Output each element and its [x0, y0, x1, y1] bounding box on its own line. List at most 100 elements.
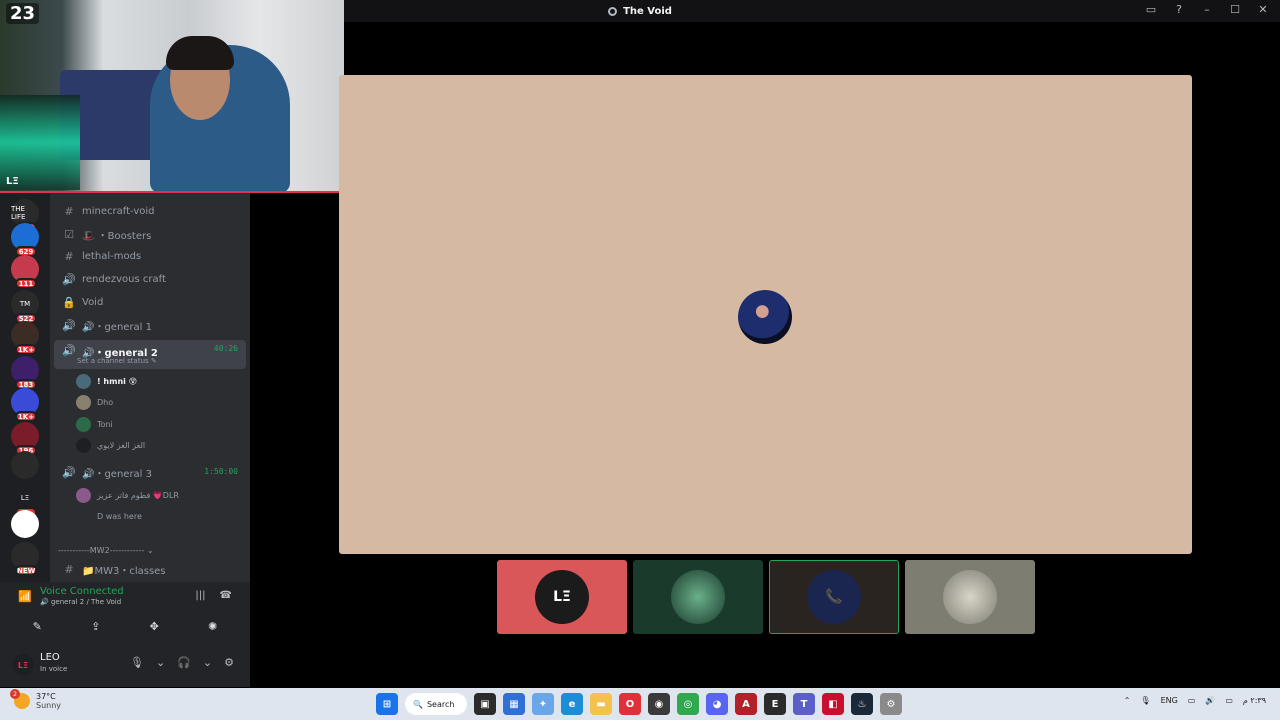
hash-icon: # [64, 205, 74, 218]
server-icon[interactable]: 196 [11, 422, 39, 456]
participant-tile[interactable]: 📞 [769, 560, 899, 634]
call-timer: 40:26 [213, 344, 238, 353]
edge-icon[interactable]: e [561, 693, 583, 715]
noise-suppression-icon[interactable]: ||| [195, 590, 205, 601]
voice-connected-panel: 📶 Voice Connected 🔊 general 2 / The Void… [0, 582, 250, 642]
server-icon [608, 6, 618, 16]
camera-off-button[interactable]: ✎ [13, 615, 61, 637]
search-box[interactable]: 🔍 Search [405, 693, 467, 715]
voice-user[interactable]: الغز الغز لايوي [76, 435, 145, 455]
server-icon[interactable]: 183 [11, 356, 39, 390]
soundboard-button[interactable]: ✺ [189, 615, 237, 637]
chevron-down-icon[interactable]: ⌄ [156, 656, 165, 669]
channel-general-1[interactable]: 🔊 🔊・general 1 [54, 315, 246, 336]
voice-user[interactable]: Toni [76, 414, 113, 434]
phone-icon: 📞 [807, 570, 861, 624]
maximize-button[interactable]: ☐ [1228, 3, 1242, 16]
epic-games-icon[interactable]: E [764, 693, 786, 715]
voice-user[interactable]: D was here [76, 506, 142, 526]
weather-widget[interactable]: 2 37°C Sunny [10, 689, 61, 710]
adobe-icon[interactable]: A [735, 693, 757, 715]
speaker-icon: 🔊 [62, 344, 76, 357]
obs-icon[interactable]: ◉ [648, 693, 670, 715]
participant-tile[interactable] [633, 560, 763, 634]
webcam-logo: LΞ [6, 176, 19, 187]
copilot-icon[interactable]: ✦ [532, 693, 554, 715]
channel-general-2[interactable]: 🔊 🔊・general 2 40:26 Set a channel status… [54, 340, 246, 369]
server-label: TM [19, 300, 31, 308]
language-indicator[interactable]: ENG [1161, 696, 1178, 705]
mention-badge: NEW [15, 565, 38, 576]
opera-icon[interactable]: O [619, 693, 641, 715]
webcam-overlay: 23 LΞ [0, 0, 344, 193]
settings-icon[interactable]: ⚙ [880, 693, 902, 715]
lock-icon: 🔒 [62, 296, 76, 309]
server-icon[interactable]: 1K+ [11, 388, 39, 422]
server-icon[interactable] [11, 510, 39, 538]
channel-mw3-classes[interactable]: # 📁MW3・classes [54, 559, 246, 580]
gear-icon[interactable]: ⚙ [224, 656, 234, 669]
weather-badge: 2 [10, 689, 20, 699]
inbox-icon[interactable]: ▭ [1144, 3, 1158, 16]
teams-icon[interactable]: T [793, 693, 815, 715]
network-icon[interactable]: ▭ [1188, 696, 1196, 705]
volume-icon[interactable]: 🔊 [1205, 696, 1215, 705]
game-launcher-icon[interactable]: ◧ [822, 693, 844, 715]
server-icon[interactable]: 1K+ [11, 321, 39, 355]
chevron-up-icon[interactable]: ⌃ [1124, 696, 1131, 705]
rules-icon: ☑ [64, 228, 74, 241]
server-icon[interactable] [11, 451, 39, 479]
channel-general-3[interactable]: 🔊 🔊・general 3 1:50:00 [54, 462, 246, 483]
server-icon[interactable]: NEW [11, 542, 39, 576]
chrome-icon[interactable]: ◎ [677, 693, 699, 715]
microphone-icon[interactable]: 🎙 [1140, 696, 1150, 705]
discord-icon[interactable]: ◕ [706, 693, 728, 715]
channel-minecraft-void[interactable]: # minecraft-void [54, 201, 246, 222]
participant-tiles: LΞ 📞 [497, 560, 1035, 634]
channel-void[interactable]: 🔒 Void [54, 292, 246, 313]
participant-tile[interactable]: LΞ [497, 560, 627, 634]
participant-avatar [671, 570, 725, 624]
server-icon[interactable]: LΞ1 [11, 484, 39, 518]
speaker-icon: 🔊 [62, 273, 76, 286]
disconnect-icon[interactable]: ☎ [220, 590, 232, 601]
username[interactable]: LEO [40, 652, 60, 663]
server-icon[interactable]: TM 522 [11, 290, 39, 324]
minimize-button[interactable]: – [1200, 3, 1214, 16]
chevron-down-icon[interactable]: ⌄ [203, 656, 212, 669]
voice-connected-subtitle[interactable]: 🔊 general 2 / The Void [40, 598, 121, 606]
voice-user[interactable]: Dho [76, 392, 113, 412]
channel-status-link[interactable]: Set a channel status ✎ [77, 357, 157, 365]
clock[interactable]: ٢:٣٩ م [1243, 696, 1266, 705]
headphones-icon[interactable]: 🎧 [177, 656, 191, 669]
search-icon: 🔍 [413, 699, 423, 709]
microphone-icon[interactable]: 🎙 [130, 656, 144, 669]
close-button[interactable]: ✕ [1256, 3, 1270, 16]
voice-user[interactable]: فطوم فاتز عزيز 💗DLR [76, 485, 179, 505]
signal-icon[interactable]: 📶 [18, 590, 32, 603]
channel-rendezvous-craft[interactable]: 🔊 rendezvous craft [54, 269, 246, 290]
help-icon[interactable]: ? [1172, 3, 1186, 16]
voice-stage[interactable] [339, 75, 1192, 554]
speaker-avatar[interactable] [738, 290, 792, 344]
task-view-icon[interactable]: ▣ [474, 693, 496, 715]
store-icon[interactable]: ▦ [503, 693, 525, 715]
channel-lethal-mods[interactable]: # lethal-mods [54, 246, 246, 267]
category-separator[interactable]: -----------MW2------------ ⌄ [58, 546, 154, 555]
participant-tile[interactable] [905, 560, 1035, 634]
call-timer: 1:50:00 [204, 467, 238, 476]
steam-icon[interactable]: ♨ [851, 693, 873, 715]
server-icon[interactable]: 629 [11, 223, 39, 257]
server-label: THE LIFE [11, 205, 26, 221]
windows-start-icon[interactable]: ⊞ [376, 693, 398, 715]
voice-user[interactable]: ! hmni 😵 [76, 371, 137, 391]
screen-share-button[interactable]: ⇪ [72, 615, 120, 637]
channel-boosters[interactable]: ☑ 🎩 ・Boosters [54, 224, 246, 245]
user-avatar[interactable]: LΞ [12, 654, 34, 676]
voice-connected-title[interactable]: Voice Connected [40, 586, 124, 597]
avatar [76, 373, 91, 389]
activities-button[interactable]: ✥ [130, 615, 178, 637]
battery-icon[interactable]: ▭ [1225, 696, 1233, 705]
file-explorer-icon[interactable]: ▬ [590, 693, 612, 715]
server-icon[interactable]: 111 [11, 255, 39, 289]
